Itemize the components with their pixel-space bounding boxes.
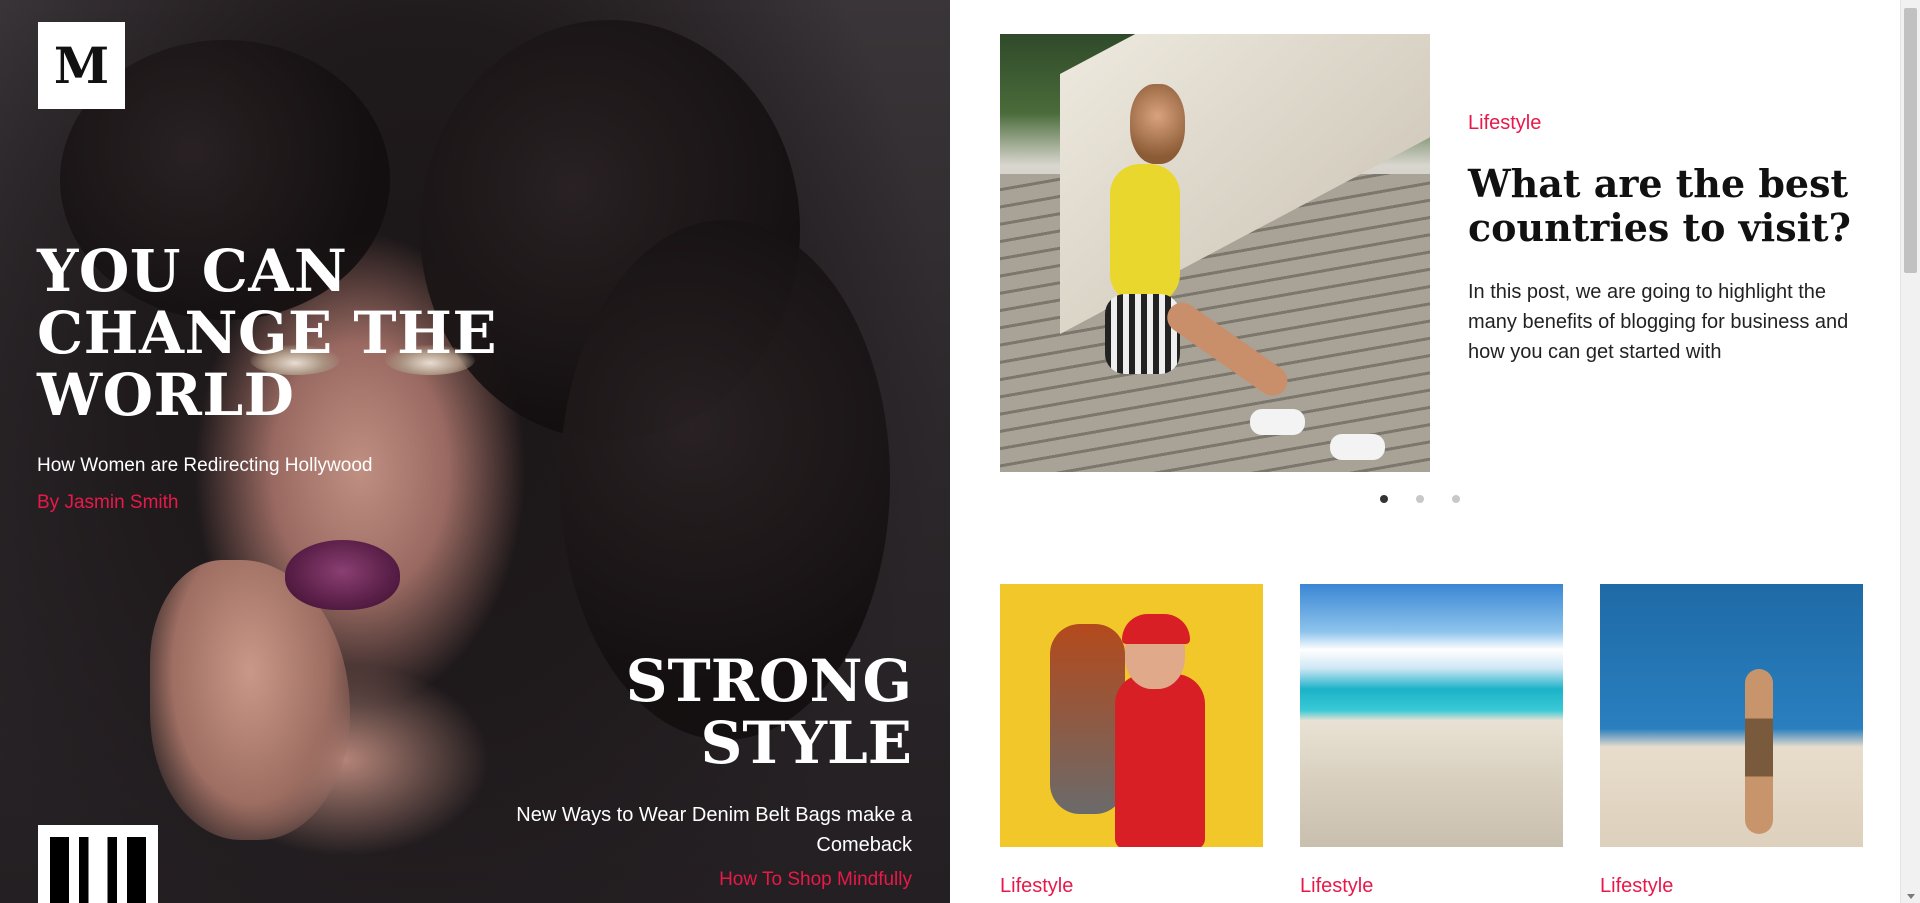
secondary-title[interactable]: STRONG STYLE [492,650,912,774]
scroll-down-arrow-icon[interactable] [1907,894,1915,899]
featured-category[interactable]: Lifestyle [1468,112,1541,135]
hero-subtitle[interactable]: How Women are Redirecting Hollywood [37,455,372,477]
backpack-shape [1050,624,1125,814]
featured-image-person-head [1130,84,1185,164]
slider-dot-1[interactable] [1380,495,1388,503]
content-section: Lifestyle What are the best countries to… [950,0,1900,903]
secondary-subtitle[interactable]: New Ways to Wear Denim Belt Bags make a … [492,800,912,860]
cap-shape [1122,614,1190,644]
slider-dots [1380,495,1460,503]
post-card[interactable]: Lifestyle [1600,584,1863,898]
hero-image-lips [285,540,400,610]
site-logo[interactable]: M [38,22,125,109]
qr-code [38,825,158,903]
hero-author[interactable]: By Jasmin Smith [37,492,178,514]
person-shape [1115,674,1205,847]
scrollbar-thumb[interactable] [1904,8,1917,273]
post-card-category[interactable]: Lifestyle [1300,875,1563,898]
hero-section: M YOU CAN CHANGE THE WORLD How Women are… [0,0,950,903]
page-scrollbar[interactable] [1900,0,1920,903]
post-card-category[interactable]: Lifestyle [1600,875,1863,898]
post-card-grid: Lifestyle Lifestyle Lifestyle [1000,584,1863,898]
featured-image-person-shirt [1110,164,1180,304]
post-card-image[interactable] [1300,584,1563,847]
featured-image[interactable] [1000,34,1430,472]
featured-excerpt: In this post, we are going to highlight … [1468,281,1849,363]
hero-title[interactable]: YOU CAN CHANGE THE WORLD [37,240,517,426]
slider-dot-2[interactable] [1416,495,1424,503]
slider-dot-3[interactable] [1452,495,1460,503]
post-card-image[interactable] [1600,584,1863,847]
post-card[interactable]: Lifestyle [1300,584,1563,898]
secondary-link[interactable]: How To Shop Mindfully [719,869,912,891]
featured-image-shoe-2 [1330,434,1385,460]
qr-code-pattern [50,837,146,903]
post-card-category[interactable]: Lifestyle [1000,875,1263,898]
person-shape [1745,669,1773,834]
logo-letter: M [53,36,110,95]
featured-image-person-skirt [1105,294,1180,374]
post-card-image[interactable] [1000,584,1263,847]
featured-title[interactable]: What are the best countries to visit? [1468,162,1858,250]
post-card[interactable]: Lifestyle [1000,584,1263,898]
featured-image-shoe [1250,409,1305,435]
